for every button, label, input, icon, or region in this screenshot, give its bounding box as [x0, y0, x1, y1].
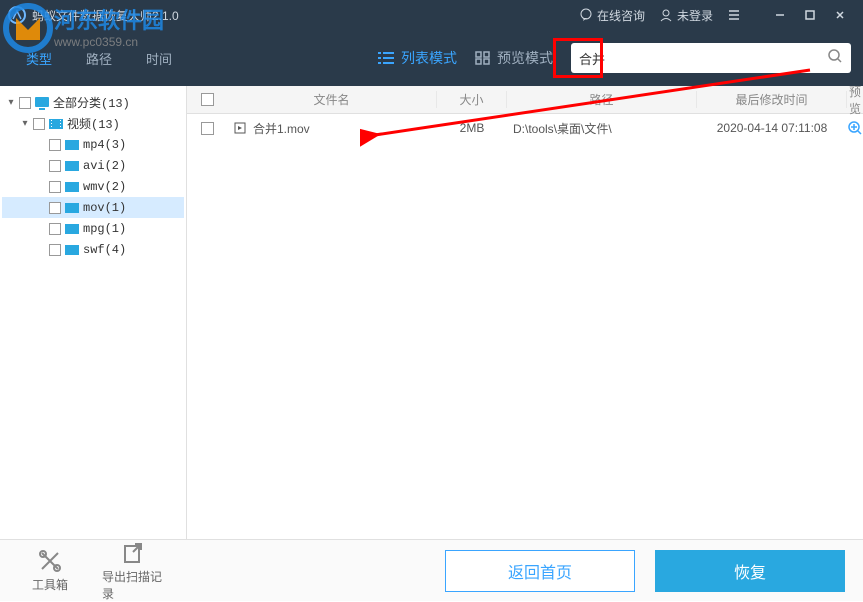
video-icon — [64, 243, 80, 257]
view-list-mode[interactable]: 列表模式 — [377, 48, 457, 68]
preview-button[interactable] — [847, 120, 863, 136]
expand-icon[interactable]: ▾ — [6, 97, 16, 108]
minimize-button[interactable] — [765, 0, 795, 30]
tree-mp4-label: mp4(3) — [83, 138, 126, 152]
video-icon — [64, 159, 80, 173]
maximize-icon — [804, 9, 816, 21]
video-icon — [64, 138, 80, 152]
row-checkbox[interactable] — [201, 122, 214, 135]
magnify-icon — [847, 120, 863, 136]
tree-video[interactable]: ▾ 视频(13) — [2, 113, 184, 134]
minimize-icon — [774, 9, 786, 21]
checkbox[interactable] — [49, 223, 61, 235]
chat-icon — [579, 8, 593, 22]
user-icon — [659, 8, 673, 22]
checkbox[interactable] — [19, 97, 31, 109]
tree-mp4[interactable]: mp4(3) — [2, 134, 184, 155]
online-help-link[interactable]: 在线咨询 — [579, 7, 645, 24]
video-icon — [64, 222, 80, 236]
titlebar: 蚂蚁文件数据恢复大师2.1.0 在线咨询 未登录 — [0, 0, 863, 30]
toolbox-label: 工具箱 — [32, 576, 68, 593]
tree-wmv-label: wmv(2) — [83, 180, 126, 194]
header-size[interactable]: 大小 — [437, 91, 507, 108]
tree-all-label: 全部分类(13) — [53, 94, 130, 111]
tree-swf-label: swf(4) — [83, 243, 126, 257]
maximize-button[interactable] — [795, 0, 825, 30]
view-preview-mode[interactable]: 预览模式 — [475, 48, 553, 68]
home-label: 返回首页 — [508, 559, 572, 583]
menu-icon — [727, 8, 741, 22]
view-list-label: 列表模式 — [401, 48, 457, 68]
online-help-label: 在线咨询 — [597, 7, 645, 24]
tree-mpg-label: mpg(1) — [83, 222, 126, 236]
checkbox[interactable] — [49, 202, 61, 214]
search-box — [571, 43, 851, 73]
login-label: 未登录 — [677, 7, 713, 24]
tab-type[interactable]: 类型 — [12, 43, 66, 74]
tree-all[interactable]: ▾ 全部分类(13) — [2, 92, 184, 113]
close-button[interactable] — [825, 0, 855, 30]
expand-icon[interactable]: ▾ — [20, 118, 30, 129]
table-row[interactable]: 合并1.mov 2MB D:\tools\桌面\文件\ 2020-04-14 0… — [187, 114, 863, 142]
header-name[interactable]: 文件名 — [227, 91, 437, 108]
view-preview-label: 预览模式 — [497, 48, 553, 68]
list-icon — [377, 51, 395, 65]
tree-avi[interactable]: avi(2) — [2, 155, 184, 176]
checkbox[interactable] — [49, 160, 61, 172]
header-preview: 预览 — [847, 83, 863, 117]
tree-mov[interactable]: mov(1) — [2, 197, 184, 218]
video-icon — [64, 180, 80, 194]
checkbox[interactable] — [33, 118, 45, 130]
toolbox-icon — [37, 548, 63, 574]
recover-label: 恢复 — [734, 559, 766, 583]
category-tree: ▾ 全部分类(13) ▾ 视频(13) mp4(3) avi(2) — [0, 86, 187, 539]
tree-mpg[interactable]: mpg(1) — [2, 218, 184, 239]
recover-button[interactable]: 恢复 — [655, 550, 845, 592]
export-icon — [121, 540, 147, 566]
search-icon — [827, 48, 843, 64]
checkbox[interactable] — [49, 244, 61, 256]
file-video-icon — [233, 121, 247, 135]
grid-icon — [475, 51, 491, 65]
search-input[interactable] — [579, 51, 827, 66]
tab-path[interactable]: 路径 — [72, 43, 126, 74]
login-link[interactable]: 未登录 — [659, 7, 713, 24]
tree-wmv[interactable]: wmv(2) — [2, 176, 184, 197]
app-title: 蚂蚁文件数据恢复大师2.1.0 — [32, 7, 579, 24]
tab-time[interactable]: 时间 — [132, 43, 186, 74]
column-header: 文件名 大小 路径 最后修改时间 预览 — [187, 86, 863, 114]
file-time: 2020-04-14 07:11:08 — [697, 121, 847, 135]
header-time[interactable]: 最后修改时间 — [697, 91, 847, 108]
header-path[interactable]: 路径 — [507, 91, 697, 108]
file-size: 2MB — [437, 121, 507, 135]
export-label: 导出扫描记录 — [102, 568, 166, 602]
tree-swf[interactable]: swf(4) — [2, 239, 184, 260]
app-icon — [8, 6, 26, 24]
checkbox[interactable] — [49, 181, 61, 193]
header-checkbox-cell — [187, 93, 227, 106]
select-all-checkbox[interactable] — [201, 93, 214, 106]
video-icon — [64, 201, 80, 215]
export-button[interactable]: 导出扫描记录 — [102, 540, 166, 602]
home-button[interactable]: 返回首页 — [445, 550, 635, 592]
checkbox[interactable] — [49, 139, 61, 151]
bottombar: 工具箱 导出扫描记录 返回首页 恢复 — [0, 539, 863, 601]
monitor-icon — [34, 96, 50, 110]
tree-video-label: 视频(13) — [67, 115, 120, 132]
close-icon — [834, 9, 846, 21]
file-name: 合并1.mov — [253, 120, 310, 137]
menu-button[interactable] — [727, 8, 741, 22]
video-icon — [48, 117, 64, 131]
file-path: D:\tools\桌面\文件\ — [507, 120, 697, 137]
file-list: 文件名 大小 路径 最后修改时间 预览 合并1.mov 2MB D:\tools… — [187, 86, 863, 539]
modebar: 类型 路径 时间 列表模式 预览模式 — [0, 30, 863, 86]
tree-mov-label: mov(1) — [83, 201, 126, 215]
toolbox-button[interactable]: 工具箱 — [18, 548, 82, 593]
search-button[interactable] — [827, 48, 843, 69]
tree-avi-label: avi(2) — [83, 159, 126, 173]
